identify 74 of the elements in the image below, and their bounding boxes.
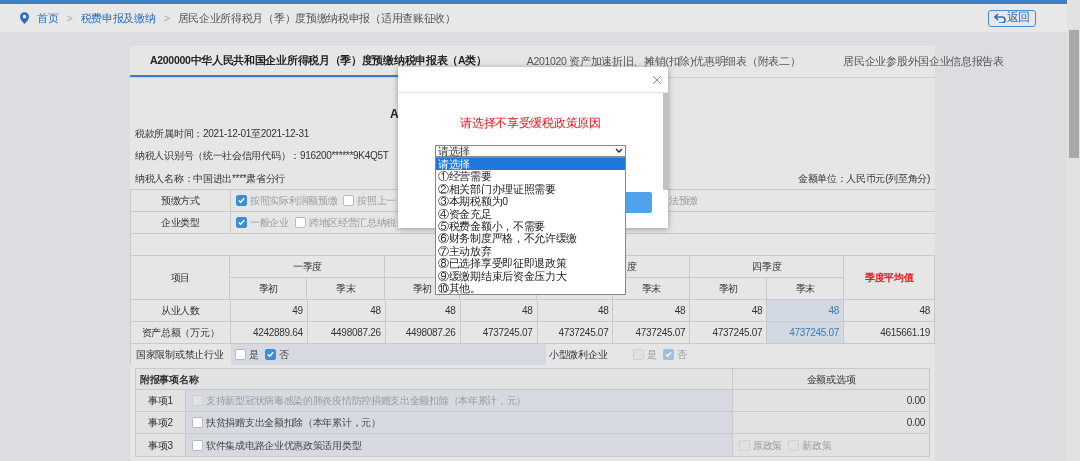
chevron-down-icon (615, 148, 623, 154)
table-header-cell: 季末 (307, 278, 386, 300)
table-cell: 资产总额（万元） (131, 322, 231, 344)
table-header-cell: 季初 (230, 278, 308, 300)
checkbox[interactable] (192, 417, 203, 428)
table-cell: 企业类型 (131, 212, 231, 233)
breadcrumb-separator: > (163, 10, 170, 26)
dropdown-option[interactable]: ⑦主动放弃 (436, 244, 625, 258)
dropdown-option[interactable]: ①经营需要 (436, 170, 625, 183)
modal-scrollbar[interactable] (663, 93, 668, 190)
option-label: 法预缴 (669, 194, 699, 208)
table-cell: 48 (385, 300, 461, 322)
table-cell: 4737245.07 (537, 322, 614, 344)
breadcrumb-item: 居民企业所得税月（季）度预缴纳税申报（适用查账征收） (177, 10, 456, 26)
checkbox[interactable] (192, 439, 203, 451)
currency-unit-text: 金额单位：人民币元(列至角分) (797, 171, 930, 186)
table-header-cell: 一季度 (230, 256, 386, 278)
dropdown-option[interactable]: ③本期税额为0 (436, 195, 625, 208)
checkbox[interactable] (294, 217, 306, 228)
table-cell-text: 0.00 (905, 394, 926, 408)
checkbox[interactable] (343, 195, 355, 206)
table-header-cell: 附报事项名称 (136, 369, 733, 389)
checkbox[interactable] (264, 349, 276, 360)
dropdown-option[interactable]: 请选择 (436, 158, 625, 171)
back-button[interactable]: 返回 (987, 9, 1036, 27)
table-header-cell: 季初 (690, 278, 768, 300)
table-cell: 4615661.19 (844, 322, 935, 344)
table-cell: 48 (537, 300, 614, 322)
close-icon[interactable] (652, 74, 662, 85)
return-arrow-icon (993, 13, 1006, 23)
breadcrumb-separator: > (66, 10, 73, 26)
checkbox[interactable] (236, 217, 247, 228)
table-header-cell: 项目 (131, 256, 231, 300)
breadcrumb-item[interactable]: 税费申报及缴纳 (80, 9, 156, 27)
dropdown-option[interactable]: ④资金充足 (436, 207, 625, 220)
table-cell-text: 0.00 (905, 416, 926, 430)
period-text: 税款所属时间：2021-12-01至2021-12-31 (135, 127, 309, 141)
table-cell: 4737245.07 (613, 322, 691, 344)
option-label: 扶贫捐赠支出全额扣除（本年累计，元） (206, 416, 381, 430)
tab[interactable]: 居民企业参股外国企业信息报告表 (810, 46, 1004, 77)
table-header-cell: 季度平均值 (844, 256, 935, 300)
form-title: A (390, 106, 399, 123)
option-label: 软件集成电路企业优惠政策适用类型 (206, 438, 362, 453)
table-cell: 48 (613, 300, 691, 322)
option-label: 跨地区经营汇总纳税 (308, 216, 397, 230)
table-cell: 48 (460, 300, 538, 322)
taxpayer-id-text: 纳税人识别号（统一社会信用代码）：916200******9K4Q5T (135, 149, 389, 163)
table-cell-text: 小型微利企业 (548, 348, 609, 362)
breadcrumb-item[interactable]: 首页 (37, 9, 59, 27)
table-cell: 48 (844, 300, 935, 322)
option-label: 否 (676, 348, 687, 362)
option-label: 是 (647, 348, 657, 362)
table-cell: 48 (307, 300, 386, 322)
checkbox[interactable] (236, 195, 247, 206)
table-cell: 从业人数 (131, 300, 231, 322)
option-label: 否 (278, 348, 289, 362)
scrollbar[interactable] (1067, 0, 1080, 461)
option-label: 是 (249, 348, 259, 362)
dropdown-option[interactable]: ②相关部门办理证照需要 (436, 182, 625, 196)
modal-title: 请选择不享受缓税政策原因 (460, 115, 601, 132)
location-pin-icon (20, 12, 29, 24)
checkbox[interactable] (235, 349, 246, 360)
option-label: 按照实际利润额预缴 (250, 194, 338, 208)
table-header-cell-text: 金额或选项 (805, 372, 857, 387)
reason-select[interactable]: 请选择 (435, 145, 626, 157)
table-cell: 49 (230, 300, 308, 322)
table-cell-text: 国家限制或禁止行业 (135, 348, 225, 362)
taxpayer-name-text: 纳税人名称：中国进出****肃省分行 (135, 171, 286, 186)
option-label: 新政策 (802, 438, 832, 453)
table-cell: 预缴方式 (131, 190, 231, 211)
dropdown-option[interactable]: ⑤税费金额小，不需要 (436, 219, 625, 233)
table-header-cell: 四季度 (690, 256, 845, 278)
option-label: 原政策 (753, 438, 783, 453)
dropdown-option[interactable]: ⑥财务制度严格，不允许缓缴 (436, 232, 625, 245)
